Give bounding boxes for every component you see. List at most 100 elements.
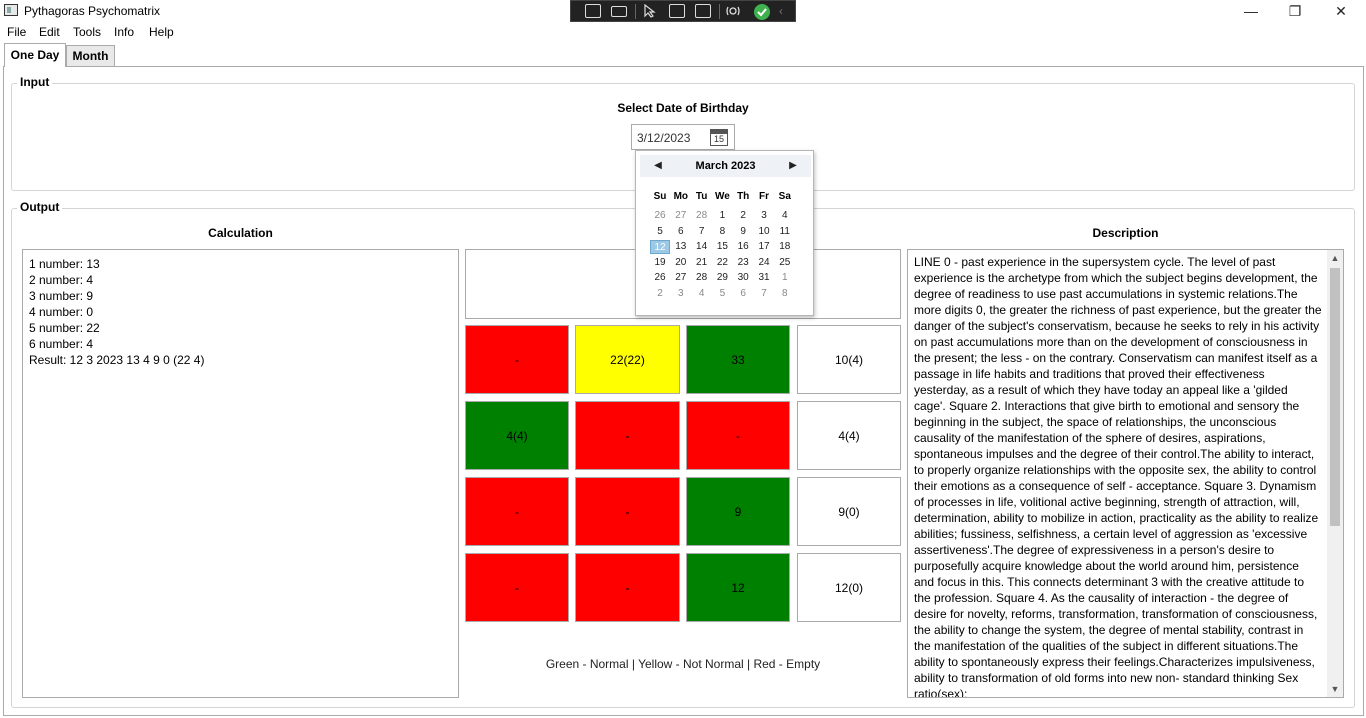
description-textbox[interactable]: LINE 0 - past experience in the supersys…: [907, 249, 1344, 698]
matrix-cell-r2-c4: 4(4): [797, 401, 901, 470]
scroll-down-icon[interactable]: ▼: [1327, 681, 1343, 697]
scroll-up-icon[interactable]: ▲: [1327, 250, 1343, 266]
calendar-day[interactable]: 28: [692, 209, 712, 223]
calendar-day[interactable]: 1: [712, 209, 732, 223]
calculation-line: 3 number: 9: [29, 289, 94, 303]
calendar-dow-label: We: [714, 191, 730, 202]
menu-edit[interactable]: Edit: [39, 25, 60, 39]
calendar-day[interactable]: 13: [671, 240, 691, 254]
calendar-day[interactable]: 2: [733, 209, 753, 223]
calendar-day[interactable]: 20: [671, 256, 691, 270]
calendar-dow-label: Fr: [759, 191, 769, 202]
confirm-check-icon[interactable]: [753, 3, 770, 20]
calendar-day[interactable]: 5: [712, 287, 732, 301]
calculation-line: 4 number: 0: [29, 305, 94, 319]
calendar-day[interactable]: 21: [692, 256, 712, 270]
calendar-day[interactable]: 31: [754, 271, 774, 285]
calendar-day[interactable]: 10: [754, 225, 774, 239]
description-text: LINE 0 - past experience in the supersys…: [914, 255, 1322, 698]
calendar-popup: ◀ March 2023 ▶ Su Mo Tu We Th Fr Sa 26 27 28 1 2 3 4 5…: [635, 150, 814, 316]
calendar-dow-label: Sa: [778, 191, 791, 202]
calendar-day[interactable]: 6: [733, 287, 753, 301]
previous-month-button[interactable]: ◀: [650, 158, 666, 174]
menu-tools[interactable]: Tools: [73, 25, 101, 39]
matrix-cell-r1-c1: -: [465, 325, 569, 394]
matrix-cell-r2-c3: -: [686, 401, 790, 470]
matrix-cell-r4-c4: 12(0): [797, 553, 901, 622]
calendar-day[interactable]: 7: [692, 225, 712, 239]
calendar-day[interactable]: 5: [650, 225, 670, 239]
calendar-day[interactable]: 27: [671, 209, 691, 223]
minimize-button[interactable]: —: [1228, 0, 1274, 22]
calendar-month-label[interactable]: March 2023: [670, 160, 781, 172]
birthday-date-picker[interactable]: 3/12/2023 15: [631, 124, 735, 150]
tab-strip: One Day Month: [0, 42, 1366, 67]
audio-icon[interactable]: [725, 4, 741, 18]
menu-file[interactable]: File: [7, 25, 26, 39]
calendar-day[interactable]: 1: [775, 271, 795, 285]
calendar-day[interactable]: 29: [712, 271, 732, 285]
pointer-select-icon[interactable]: [643, 3, 659, 18]
calendar-day[interactable]: 18: [775, 240, 795, 254]
color-legend: Green - Normal | Yellow - Not Normal | R…: [545, 657, 821, 671]
calendar-day[interactable]: 24: [754, 256, 774, 270]
toolbar-separator: [719, 4, 720, 19]
calendar-day[interactable]: 3: [754, 209, 774, 223]
calendar-day[interactable]: 22: [712, 256, 732, 270]
calendar-day[interactable]: 12: [650, 240, 670, 254]
next-month-button[interactable]: ▶: [785, 158, 801, 174]
calendar-day[interactable]: 27: [671, 271, 691, 285]
restore-button[interactable]: ❐: [1272, 0, 1318, 22]
collapse-toolbar-icon[interactable]: ‹: [779, 4, 795, 18]
tab-month[interactable]: Month: [66, 45, 115, 66]
calendar-day[interactable]: 28: [692, 271, 712, 285]
calculation-line: 1 number: 13: [29, 257, 100, 271]
calendar-day[interactable]: 19: [650, 256, 670, 270]
calendar-day[interactable]: 14: [692, 240, 712, 254]
calendar-day[interactable]: 15: [712, 240, 732, 254]
calendar-day[interactable]: 25: [775, 256, 795, 270]
matrix-cell-r3-c4: 9(0): [797, 477, 901, 546]
calculation-lines: 1 number: 13 2 number: 4 3 number: 9 4 numb…: [29, 256, 204, 368]
fullscreen-capture-icon[interactable]: [695, 4, 711, 18]
calculation-line: 5 number: 22: [29, 321, 100, 335]
close-button[interactable]: ✕: [1318, 0, 1364, 22]
calculation-line: Result: 12 3 2023 13 4 9 0 (22 4): [29, 353, 205, 367]
matrix-cell-r1-c3: 33: [686, 325, 790, 394]
calendar-day[interactable]: 16: [733, 240, 753, 254]
calendar-day[interactable]: 30: [733, 271, 753, 285]
calendar-day[interactable]: 3: [671, 287, 691, 301]
video-record-icon[interactable]: [611, 6, 627, 17]
calendar-day[interactable]: 23: [733, 256, 753, 270]
matrix-cell-r4-c3: 12: [686, 553, 790, 622]
calendar-day[interactable]: 2: [650, 287, 670, 301]
menu-help[interactable]: Help: [149, 25, 174, 39]
calendar-icon[interactable]: 15: [710, 129, 728, 146]
calendar-day[interactable]: 4: [775, 209, 795, 223]
calendar-day[interactable]: 8: [712, 225, 732, 239]
calendar-day[interactable]: 4: [692, 287, 712, 301]
calendar-day[interactable]: 26: [650, 271, 670, 285]
calendar-dow-label: Tu: [695, 191, 708, 202]
menu-info[interactable]: Info: [114, 25, 134, 39]
window-title: Pythagoras Psychomatrix: [24, 4, 161, 18]
date-input-value[interactable]: 3/12/2023: [637, 131, 690, 145]
calendar-dow-label: Th: [737, 191, 750, 202]
calculation-textbox[interactable]: 1 number: 13 2 number: 4 3 number: 9 4 numb…: [22, 249, 459, 698]
calendar-day[interactable]: 17: [754, 240, 774, 254]
matrix-cell-r3-c1: -: [465, 477, 569, 546]
scroll-thumb[interactable]: [1330, 268, 1340, 526]
calendar-day[interactable]: 11: [775, 225, 795, 239]
calendar-dow-label: Mo: [673, 191, 689, 202]
description-scrollbar[interactable]: ▲ ▼: [1327, 250, 1343, 697]
output-group-title: Output: [17, 200, 63, 214]
calendar-day[interactable]: 9: [733, 225, 753, 239]
region-capture-icon[interactable]: [585, 4, 601, 18]
calendar-day[interactable]: 8: [775, 287, 795, 301]
window-capture-icon[interactable]: [669, 4, 685, 18]
calendar-day[interactable]: 26: [650, 209, 670, 223]
tab-one-day[interactable]: One Day: [4, 43, 66, 67]
calendar-day[interactable]: 6: [671, 225, 691, 239]
matrix-cell-r3-c2: -: [575, 477, 680, 546]
calendar-day[interactable]: 7: [754, 287, 774, 301]
